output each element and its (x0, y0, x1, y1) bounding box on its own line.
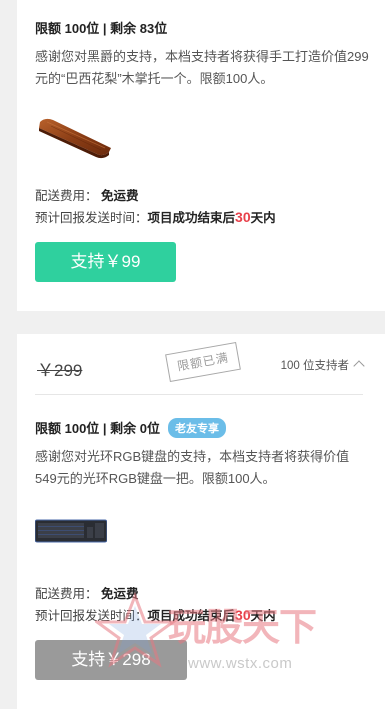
tier-description: 感谢您对光环RGB键盘的支持，本档支持者将获得价值549元的光环RGB键盘一把。… (35, 449, 350, 486)
rgb-keyboard-image (35, 519, 107, 543)
chevron-up-icon (353, 360, 365, 372)
delivery-label: 预计回报发送时间： (35, 211, 148, 225)
support-99-button[interactable]: 支持￥99 (35, 242, 176, 282)
reward-tier-card-2: ￥299 限额已满 100 位支持者 限额 100位 | 剩余 0位 老友专享 感… (17, 334, 385, 709)
watermark-url: www.wstx.com (188, 655, 293, 672)
delivery-label: 预计回报发送时间： (35, 609, 148, 623)
backers-count: 100 位支持者 (280, 360, 349, 372)
divider (35, 394, 363, 395)
shipping-label: 配送费用： (35, 189, 98, 203)
shipping-value: 免运费 (101, 189, 139, 203)
backers-toggle[interactable]: 100 位支持者 (280, 357, 365, 373)
shipping-label: 配送费用： (35, 587, 98, 601)
shipping-info: 配送费用： 免运费 (35, 185, 139, 204)
tier-price: ￥299 (37, 361, 83, 380)
wrist-rest-image (39, 118, 111, 159)
tier-description: 感谢您对黑爵的支持，本档支持者将获得手工打造价值299元的“巴西花梨”木掌托一个… (35, 49, 369, 86)
old-friend-badge: 老友专享 (168, 418, 227, 438)
sold-out-stamp: 限额已满 (165, 341, 241, 383)
delivery-info: 预计回报发送时间：项目成功结束后30天内 (35, 207, 276, 226)
shipping-info: 配送费用： 免运费 (35, 583, 139, 602)
delivery-value: 项目成功结束后30天内 (147, 209, 276, 225)
tier-limit-text: 限额 100位 | 剩余 0位 老友专享 (35, 418, 227, 438)
support-298-button[interactable]: 支持￥298 (35, 640, 187, 680)
reward-tier-card-1: 限额 100位 | 剩余 83位 感谢您对黑爵的支持，本档支持者将获得手工打造价… (17, 0, 385, 311)
watermark-text: 玩股天下 (168, 607, 317, 649)
shipping-value: 免运费 (101, 587, 139, 601)
tier-limit-text: 限额 100位 | 剩余 83位 (35, 21, 168, 36)
